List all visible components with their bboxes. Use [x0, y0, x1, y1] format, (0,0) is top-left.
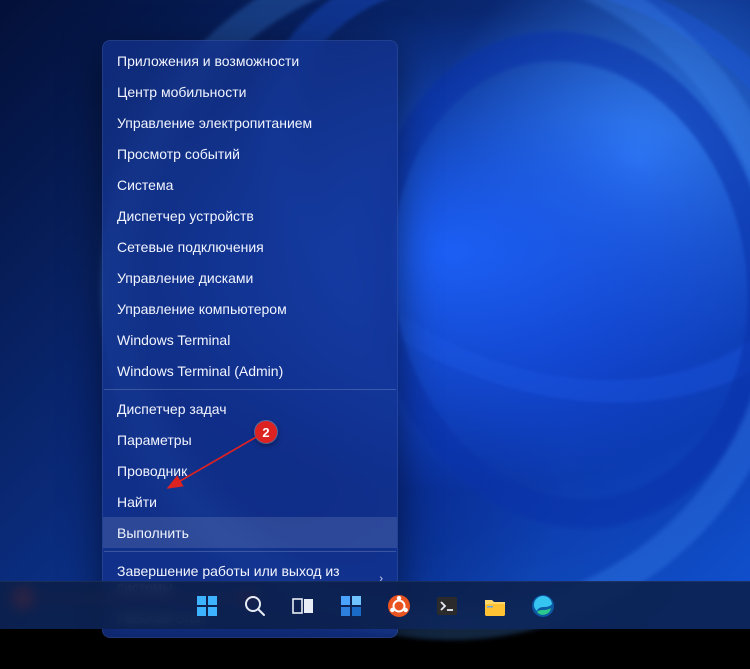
menu-item[interactable]: Приложения и возможности	[103, 45, 397, 76]
menu-separator	[104, 551, 396, 552]
menu-item[interactable]: Windows Terminal (Admin)	[103, 355, 397, 386]
menu-item-label: Сетевые подключения	[117, 239, 264, 255]
edge-icon	[531, 594, 555, 618]
menu-item[interactable]: Управление электропитанием	[103, 107, 397, 138]
menu-item-label: Диспетчер устройств	[117, 208, 254, 224]
annotation-badge-2: 2	[255, 421, 277, 443]
search-button[interactable]	[235, 586, 275, 626]
explorer-icon	[483, 594, 507, 618]
windows-icon	[195, 594, 219, 618]
menu-item[interactable]: Центр мобильности	[103, 76, 397, 107]
menu-item[interactable]: Диспетчер задач	[103, 393, 397, 424]
menu-item-label: Параметры	[117, 432, 192, 448]
menu-item[interactable]: Просмотр событий	[103, 138, 397, 169]
menu-item[interactable]: Параметры	[103, 424, 397, 455]
menu-item-label: Система	[117, 177, 173, 193]
menu-item-label: Управление дисками	[117, 270, 253, 286]
menu-item-label: Диспетчер задач	[117, 401, 227, 417]
menu-item[interactable]: Windows Terminal	[103, 324, 397, 355]
start-button[interactable]	[187, 586, 227, 626]
taskview-icon	[291, 594, 315, 618]
menu-item-label: Найти	[117, 494, 157, 510]
menu-item-label: Проводник	[117, 463, 187, 479]
terminal-icon	[435, 594, 459, 618]
search-icon	[243, 594, 267, 618]
task-view-button[interactable]	[283, 586, 323, 626]
menu-item[interactable]: Проводник	[103, 455, 397, 486]
menu-item-label: Windows Terminal	[117, 332, 230, 348]
menu-item-label: Windows Terminal (Admin)	[117, 363, 283, 379]
app-terminal[interactable]	[427, 586, 467, 626]
menu-item-label: Просмотр событий	[117, 146, 240, 162]
app-ubuntu[interactable]	[379, 586, 419, 626]
menu-item[interactable]: Система	[103, 169, 397, 200]
widgets-icon	[339, 594, 363, 618]
start-context-menu: Приложения и возможности Центр мобильност…	[102, 40, 398, 638]
menu-item-label: Управление электропитанием	[117, 115, 312, 131]
menu-item[interactable]: Найти	[103, 486, 397, 517]
menu-item[interactable]: Управление дисками	[103, 262, 397, 293]
menu-separator	[104, 389, 396, 390]
menu-item[interactable]: Сетевые подключения	[103, 231, 397, 262]
menu-item-label: Выполнить	[117, 525, 189, 541]
menu-item[interactable]: Диспетчер устройств	[103, 200, 397, 231]
widgets-button[interactable]	[331, 586, 371, 626]
menu-item-label: Приложения и возможности	[117, 53, 299, 69]
app-edge[interactable]	[523, 586, 563, 626]
taskbar	[0, 581, 750, 629]
menu-item-label: Управление компьютером	[117, 301, 287, 317]
app-explorer[interactable]	[475, 586, 515, 626]
menu-item[interactable]: Управление компьютером	[103, 293, 397, 324]
menu-item[interactable]: Выполнить	[103, 517, 397, 548]
menu-item-label: Центр мобильности	[117, 84, 246, 100]
ubuntu-icon	[387, 594, 411, 618]
